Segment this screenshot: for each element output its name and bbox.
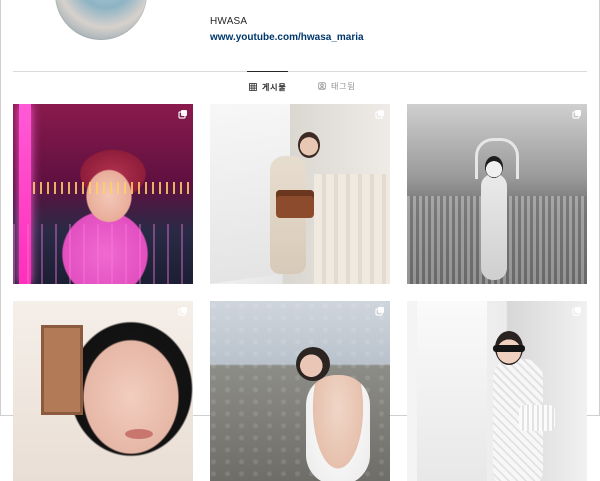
tab-tagged-label: 태그됨 bbox=[331, 81, 356, 91]
tab-tagged[interactable]: 태그됨 bbox=[318, 71, 355, 101]
tile-handbag bbox=[519, 405, 555, 431]
multiple-posts-icon bbox=[572, 110, 581, 119]
grid-icon bbox=[249, 83, 257, 91]
multiple-posts-icon bbox=[572, 307, 581, 316]
post-tile[interactable] bbox=[407, 104, 587, 284]
tile-railing bbox=[13, 224, 193, 284]
multiple-posts-icon bbox=[178, 307, 187, 316]
tab-posts-label: 게시물 bbox=[262, 82, 287, 92]
tile-person-head bbox=[485, 156, 503, 178]
tile-city-lights bbox=[33, 182, 193, 194]
post-tile[interactable] bbox=[13, 301, 193, 481]
tile-curtain bbox=[314, 174, 390, 284]
multiple-posts-icon bbox=[178, 110, 187, 119]
post-tile[interactable] bbox=[407, 301, 587, 481]
tile-door-frame bbox=[41, 325, 83, 415]
profile-tabs: 게시물 태그됨 bbox=[0, 71, 600, 101]
multiple-posts-icon bbox=[375, 110, 384, 119]
multiple-posts-icon bbox=[375, 307, 384, 316]
tile-handbag bbox=[276, 190, 314, 218]
tile-sunglasses bbox=[493, 345, 525, 352]
tile-person bbox=[481, 174, 507, 280]
post-tile[interactable] bbox=[210, 301, 390, 481]
tile-wall-panel bbox=[417, 301, 487, 481]
tab-posts[interactable]: 게시물 bbox=[247, 71, 289, 102]
tile-person-head bbox=[298, 132, 320, 158]
tile-lips bbox=[125, 429, 153, 439]
profile-bio-link[interactable]: www.youtube.com/hwasa_maria bbox=[210, 32, 364, 43]
tile-person-head bbox=[296, 347, 330, 381]
tile-person bbox=[306, 375, 370, 481]
post-tile[interactable] bbox=[210, 104, 390, 284]
tag-icon bbox=[318, 82, 326, 90]
post-tile[interactable] bbox=[13, 104, 193, 284]
profile-username: HWASA bbox=[210, 16, 248, 27]
